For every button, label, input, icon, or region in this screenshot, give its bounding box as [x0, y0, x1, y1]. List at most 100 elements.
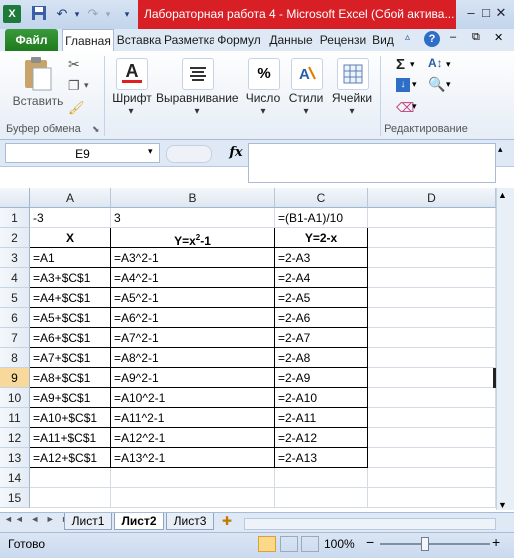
cell-a9[interactable]: =A8+$C$1 [30, 368, 111, 388]
cell-d8[interactable] [368, 348, 496, 368]
tab-formulas[interactable]: Формул [214, 29, 264, 51]
tab-review[interactable]: Рецензи [318, 29, 368, 51]
zoom-slider[interactable] [380, 543, 490, 545]
zoom-in-button[interactable]: + [492, 534, 500, 550]
paste-icon[interactable] [20, 56, 54, 92]
cell-a4[interactable]: =A3+$C$1 [30, 268, 111, 288]
vertical-scrollbar[interactable] [496, 188, 514, 510]
cells-dropdown-icon[interactable]: ▾ [346, 106, 358, 117]
row-header[interactable]: 2 [0, 228, 30, 248]
cell-c14[interactable] [275, 468, 368, 488]
tab-file[interactable]: Файл [5, 29, 58, 51]
row-header[interactable]: 5 [0, 288, 30, 308]
cell-c2[interactable]: Y=2-x [275, 228, 368, 248]
cell-c13[interactable]: =2-A13 [275, 448, 368, 468]
tab-insert[interactable]: Вставка [114, 29, 164, 51]
tab-page-layout[interactable]: Разметка [164, 29, 214, 51]
cell-d2[interactable] [368, 228, 496, 248]
alignment-button[interactable]: Выравнивание [156, 91, 239, 105]
row-header[interactable]: 1 [0, 208, 30, 228]
cell-c15[interactable] [275, 488, 368, 508]
workbook-restore-icon[interactable]: ⧉ [472, 31, 480, 44]
cell-c10[interactable]: =2-A10 [275, 388, 368, 408]
cell-b3[interactable]: =A3^2-1 [111, 248, 275, 268]
cell-b13[interactable]: =A13^2-1 [111, 448, 275, 468]
tab-data[interactable]: Данные [266, 29, 316, 51]
clear-dropdown-icon[interactable]: ▾ [412, 101, 417, 112]
cell-d4[interactable] [368, 268, 496, 288]
sheet-tab-list2[interactable]: Лист2 [114, 513, 164, 530]
zoom-level[interactable]: 100% [324, 537, 355, 551]
styles-dropdown-icon[interactable]: ▾ [300, 106, 312, 117]
font-icon[interactable]: A [116, 58, 148, 90]
styles-icon[interactable]: A [291, 58, 323, 90]
insert-function-icon[interactable]: fx [226, 143, 246, 163]
name-box[interactable]: E9 [5, 143, 160, 163]
cell-a12[interactable]: =A11+$C$1 [30, 428, 111, 448]
cell-a14[interactable] [30, 468, 111, 488]
sort-filter-icon[interactable]: A↕ [428, 56, 443, 70]
cells-icon[interactable] [337, 58, 369, 90]
alignment-icon[interactable] [182, 58, 214, 90]
fill-dropdown-icon[interactable]: ▾ [412, 79, 417, 90]
workbook-close-icon[interactable]: ✕ [494, 31, 503, 44]
row-header[interactable]: 4 [0, 268, 30, 288]
number-format-icon[interactable]: % [248, 58, 280, 90]
copy-icon[interactable]: ❐ [68, 78, 80, 94]
cell-d9[interactable] [368, 368, 496, 388]
cell-d3[interactable] [368, 248, 496, 268]
row-header[interactable]: 8 [0, 348, 30, 368]
cell-a3[interactable]: =A1 [30, 248, 111, 268]
row-header[interactable]: 11 [0, 408, 30, 428]
column-header-a[interactable]: A [30, 188, 111, 208]
cell-c3[interactable]: =2-A3 [275, 248, 368, 268]
cell-a6[interactable]: =A5+$C$1 [30, 308, 111, 328]
cell-b7[interactable]: =A7^2-1 [111, 328, 275, 348]
styles-button[interactable]: Стили [286, 91, 326, 105]
cell-a13[interactable]: =A12+$C$1 [30, 448, 111, 468]
sheet-tab-list1[interactable]: Лист1 [64, 513, 112, 530]
cell-b4[interactable]: =A4^2-1 [111, 268, 275, 288]
horizontal-scrollbar[interactable] [244, 518, 496, 530]
column-header-c[interactable]: C [275, 188, 368, 208]
find-select-icon[interactable]: 🔍 [428, 76, 445, 93]
select-all-button[interactable] [0, 188, 30, 208]
formula-input[interactable] [248, 143, 496, 183]
column-header-d[interactable]: D [368, 188, 496, 208]
tab-home[interactable]: Главная [62, 29, 114, 53]
cell-b10[interactable]: =A10^2-1 [111, 388, 275, 408]
cell-a2[interactable]: X [30, 228, 111, 248]
tab-view[interactable]: Вид [370, 29, 396, 51]
row-header[interactable]: 12 [0, 428, 30, 448]
row-header[interactable]: 13 [0, 448, 30, 468]
cell-b2[interactable]: Y=x2-1 [111, 228, 275, 248]
sheet-tab-list3[interactable]: Лист3 [166, 513, 214, 530]
cell-c11[interactable]: =2-A11 [275, 408, 368, 428]
cell-d6[interactable] [368, 308, 496, 328]
row-header[interactable]: 10 [0, 388, 30, 408]
cell-d14[interactable] [368, 468, 496, 488]
cell-b11[interactable]: =A11^2-1 [111, 408, 275, 428]
row-header[interactable]: 3 [0, 248, 30, 268]
cell-c5[interactable]: =2-A5 [275, 288, 368, 308]
number-dropdown-icon[interactable]: ▾ [257, 106, 269, 117]
cut-icon[interactable]: ✂ [68, 56, 80, 73]
customize-quick-access-icon[interactable]: ▾ [118, 5, 136, 23]
save-icon[interactable] [30, 5, 48, 23]
paste-button[interactable]: Вставить [10, 94, 66, 108]
find-select-dropdown-icon[interactable]: ▾ [446, 79, 451, 90]
cell-b1[interactable]: 3 [111, 208, 275, 228]
close-button[interactable]: ✕ [490, 2, 512, 24]
cell-c1[interactable]: =(B1-A1)/10 [275, 208, 368, 228]
row-header[interactable]: 9 [0, 368, 30, 388]
cell-d15[interactable] [368, 488, 496, 508]
cell-d13[interactable] [368, 448, 496, 468]
cell-b15[interactable] [111, 488, 275, 508]
cell-b6[interactable]: =A6^2-1 [111, 308, 275, 328]
cell-b14[interactable] [111, 468, 275, 488]
help-icon[interactable]: ? [424, 31, 440, 47]
autosum-icon[interactable]: Σ [396, 56, 405, 73]
formula-bar-handle[interactable] [166, 145, 212, 163]
format-painter-icon[interactable]: 🖌 [68, 100, 85, 116]
cell-a15[interactable] [30, 488, 111, 508]
